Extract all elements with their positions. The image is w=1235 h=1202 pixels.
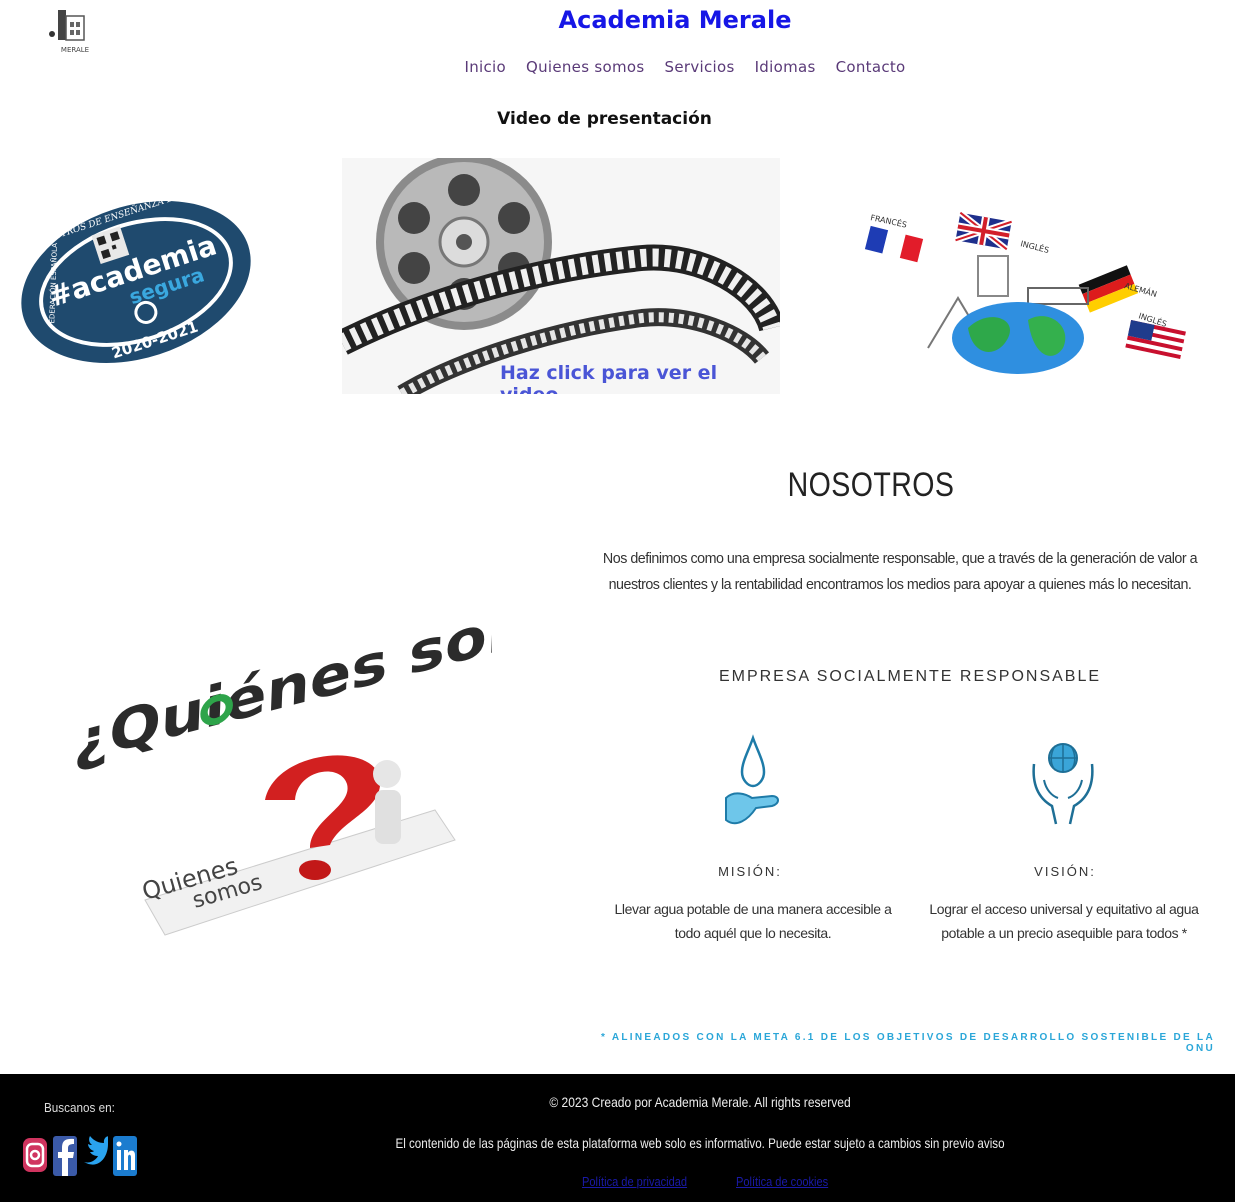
nav-quienes-somos[interactable]: Quienes somos <box>526 58 645 76</box>
video-thumbnail[interactable]: Haz click para ver el video <box>342 158 780 394</box>
copyright-text: © 2023 Creado por Academia Merale. All r… <box>549 1094 851 1110</box>
twitter-icon[interactable] <box>82 1130 108 1180</box>
mision-label: MISIÓN: <box>718 864 782 879</box>
nosotros-description-line-2: nuestros clientes y la rentabilidad enco… <box>608 577 1192 593</box>
nav-servicios[interactable]: Servicios <box>665 58 735 76</box>
vision-text-line-2: potable a un precio asequible para todos… <box>941 925 1187 941</box>
mision-text: Llevar agua potable de una manera accesi… <box>604 897 902 945</box>
nav-idiomas[interactable]: Idiomas <box>755 58 816 76</box>
site-title: Academia Merale <box>558 6 792 34</box>
nav-contacto[interactable]: Contacto <box>836 58 906 76</box>
cookies-policy-link[interactable]: Política de cookies <box>736 1174 828 1189</box>
languages-illustration: FRANCÉS INGLÉS ALEMÁN INGLÉS <box>864 210 1186 374</box>
video-cta[interactable]: Haz click para ver el video <box>500 362 780 394</box>
mision-text-line-1: Llevar agua potable de una manera accesi… <box>614 901 892 917</box>
privacy-policy-link[interactable]: Política de privacidad <box>582 1174 687 1189</box>
svg-text:MERALE: MERALE <box>61 46 89 54</box>
vision-text: Lograr el acceso universal y equitativo … <box>918 897 1210 945</box>
facebook-icon[interactable] <box>52 1130 78 1180</box>
esr-title: EMPRESA SOCIALMENTE RESPONSABLE <box>718 668 1102 685</box>
main-nav: Inicio Quienes somos Servicios Idiomas C… <box>0 58 1235 76</box>
legal-links: Política de privacidad Política de cooki… <box>582 1174 844 1189</box>
instagram-icon[interactable] <box>22 1130 48 1180</box>
nosotros-description: Nos definimos como una empresa socialmen… <box>590 546 1210 598</box>
nav-inicio[interactable]: Inicio <box>464 58 506 76</box>
globe-hands-icon <box>1032 743 1094 825</box>
nosotros-title: NOSOTROS <box>787 466 955 504</box>
vision-label: VISIÓN: <box>1034 864 1096 879</box>
academia-segura-badge: #academia segura 2020-2021 DE CENTROS DE… <box>21 190 251 363</box>
film-reel-illustration <box>342 158 780 394</box>
footer: Buscanos en: © 2023 Creado por Academia … <box>0 1074 1235 1202</box>
quienes-somos-illustration: Quienes somos <box>139 755 456 936</box>
vision-text-line-1: Lograr el acceso universal y equitativo … <box>929 901 1199 917</box>
water-drop-hand-icon <box>725 734 779 825</box>
disclaimer-text: El contenido de las páginas de esta plat… <box>395 1135 1005 1151</box>
svg-text:FRANCÉS: FRANCÉS <box>870 211 908 229</box>
mision-text-line-2: todo aquél que lo necesita. <box>674 925 832 941</box>
nosotros-description-line-1: Nos definimos como una empresa socialmen… <box>602 551 1198 567</box>
svg-text:INGLÉS: INGLÉS <box>1020 237 1051 255</box>
ods-note: * ALINEADOS CON LA META 6.1 DE LOS OBJET… <box>600 1032 1215 1054</box>
video-heading: Video de presentación <box>497 109 712 129</box>
